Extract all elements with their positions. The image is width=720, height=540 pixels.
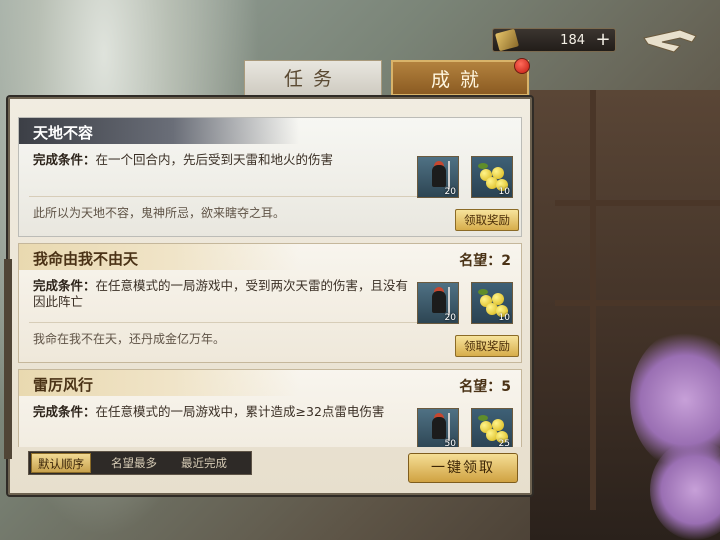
spear-shape	[448, 287, 450, 315]
achievement-condition: 完成条件：在任意模式的一局游戏中，累计造成≥32点雷电伤害	[33, 404, 413, 420]
achievement-flavor-text: 此所以为天地不容，鬼神所忌，欲来瞎夺之耳。	[33, 206, 286, 220]
background-railing	[555, 200, 720, 206]
spear-shape	[448, 413, 450, 441]
currency-counter: 184 +	[492, 28, 616, 52]
notification-dot	[514, 58, 530, 74]
achievement-card: 天地不容 完成条件：在一个回合内，先后受到天雷和地火的伤害 此所以为天地不容，鬼…	[18, 117, 522, 237]
add-currency-button[interactable]: +	[593, 30, 613, 50]
achievement-list[interactable]: 天地不容 完成条件：在一个回合内，先后受到天雷和地火的伤害 此所以为天地不容，鬼…	[18, 117, 524, 447]
claim-all-button[interactable]: 一键领取	[408, 453, 518, 483]
condition-text: 在一个回合内，先后受到天雷和地火的伤害	[95, 152, 334, 167]
fame-value: 名望：5	[459, 379, 511, 395]
panel-edge	[4, 259, 12, 459]
sort-recent-button[interactable]: 最近完成	[181, 455, 227, 471]
reward-item[interactable]: 50	[417, 408, 459, 447]
general-figure	[432, 417, 446, 439]
divider	[29, 322, 429, 323]
back-button[interactable]	[640, 24, 700, 58]
title-bar: 雷厉风行	[19, 370, 299, 396]
achievement-title: 雷厉风行	[33, 376, 94, 394]
achievement-card: 我命由我不由天 名望：2 完成条件：在任意模式的一局游戏中，受到两次天雷的伤害，…	[18, 243, 522, 363]
background-railing	[555, 300, 720, 306]
reward-item[interactable]: 25	[471, 408, 513, 447]
reward-item[interactable]: 10	[471, 156, 513, 198]
achievement-card: 雷厉风行 名望：5 完成条件：在任意模式的一局游戏中，累计造成≥32点雷电伤害 …	[18, 369, 522, 447]
tab-achievement[interactable]: 成就	[391, 60, 529, 96]
reward-item[interactable]: 20	[417, 156, 459, 198]
achievement-title: 我命由我不由天	[33, 250, 139, 268]
sort-selector: 默认顺序 名望最多 最近完成	[28, 451, 252, 475]
claim-reward-button[interactable]: 领取奖励	[455, 335, 519, 357]
reward-count: 50	[444, 439, 456, 447]
achievement-condition: 完成条件：在任意模式的一局游戏中，受到两次天雷的伤害，且没有因此阵亡	[33, 278, 413, 310]
achievement-panel: 天地不容 完成条件：在一个回合内，先后受到天雷和地火的伤害 此所以为天地不容，鬼…	[4, 97, 532, 495]
achievement-flavor-text: 我命在我不在天，还丹成金亿万年。	[33, 332, 226, 346]
scroll-token-icon	[495, 28, 519, 52]
achievement-title: 天地不容	[33, 124, 94, 142]
spear-shape	[448, 161, 450, 189]
general-figure	[432, 291, 446, 313]
general-figure	[432, 165, 446, 187]
title-bar: 我命由我不由天	[19, 244, 299, 270]
claim-reward-button[interactable]: 领取奖励	[455, 209, 519, 231]
condition-label: 完成条件：	[33, 278, 96, 293]
reward-count: 20	[444, 187, 456, 197]
reward-item[interactable]: 10	[471, 282, 513, 324]
tab-task[interactable]: 任务	[244, 60, 382, 96]
condition-label: 完成条件：	[33, 404, 96, 419]
back-arrow-icon	[643, 29, 697, 53]
sort-default-button[interactable]: 默认顺序	[31, 453, 91, 473]
title-bar: 天地不容	[19, 118, 299, 144]
condition-label: 完成条件：	[33, 152, 96, 167]
reward-count: 20	[444, 313, 456, 323]
reward-count: 10	[498, 313, 510, 323]
reward-count: 25	[498, 439, 510, 447]
fame-value: 名望：2	[459, 253, 511, 269]
sort-fame-button[interactable]: 名望最多	[111, 455, 157, 471]
condition-text: 在任意模式的一局游戏中，累计造成≥32点雷电伤害	[95, 404, 385, 419]
background-pillar	[590, 90, 596, 510]
reward-item[interactable]: 20	[417, 282, 459, 324]
achievement-condition: 完成条件：在一个回合内，先后受到天雷和地火的伤害	[33, 152, 413, 168]
divider	[29, 196, 429, 197]
reward-count: 10	[498, 187, 510, 197]
currency-value: 184	[560, 33, 585, 48]
